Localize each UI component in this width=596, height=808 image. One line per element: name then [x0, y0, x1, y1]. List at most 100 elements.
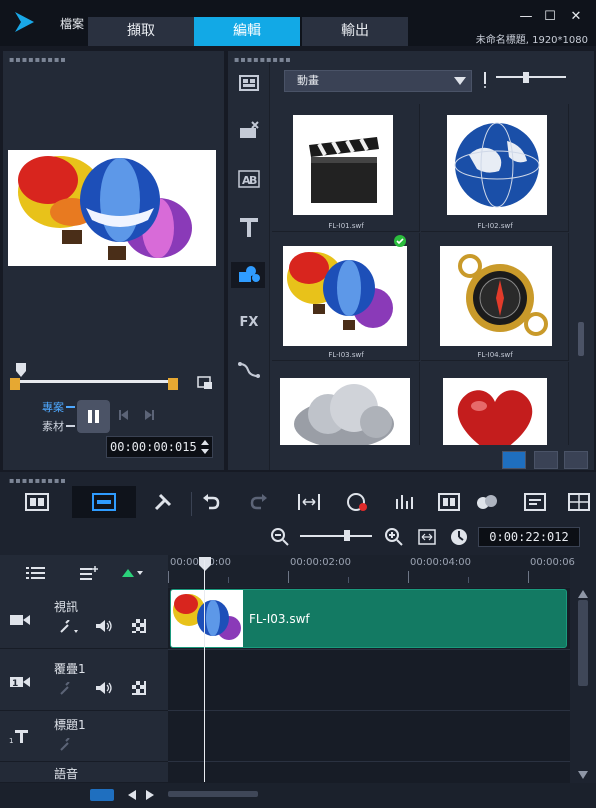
multi-camera-icon[interactable] — [564, 486, 594, 518]
ruler-tick-label: 00:00:02:00 — [290, 557, 352, 568]
ruler-tick-label: 00:00:06 — [530, 557, 575, 568]
pause-button[interactable] — [77, 400, 110, 433]
minimize-button[interactable]: — — [516, 8, 536, 26]
fit-to-window-icon[interactable] — [90, 789, 114, 801]
library-panel-icon[interactable] — [534, 451, 558, 469]
audio-mixer-icon[interactable] — [388, 486, 422, 518]
graphics-icon[interactable] — [231, 262, 265, 288]
zoom-out-icon[interactable] — [270, 527, 290, 547]
timeline-duration[interactable]: 0:00:22:012 — [478, 527, 580, 547]
trim-end-marker[interactable] — [168, 378, 178, 390]
timeline-ruler[interactable]: 00:00:00:00 00:00:02:00 00:00:04:00 00:0… — [168, 555, 575, 587]
track-header-overlay[interactable]: 1 覆疊1 — [0, 650, 168, 711]
ripple-editing-icon[interactable] — [122, 567, 144, 579]
instant-project-icon[interactable] — [234, 118, 264, 144]
close-button[interactable]: ✕ — [566, 8, 586, 26]
chevron-down-icon[interactable] — [454, 77, 466, 85]
tools-icon[interactable] — [146, 486, 180, 518]
blend-icon[interactable] — [470, 486, 504, 518]
library-item[interactable]: FL-I02.swf — [421, 104, 569, 232]
scroll-thumb[interactable] — [578, 600, 588, 686]
scrubber-handle[interactable] — [16, 363, 26, 377]
library-item[interactable]: FL-I01.swf — [272, 104, 420, 232]
scroll-right-icon[interactable] — [146, 790, 154, 800]
svg-text:1: 1 — [9, 737, 13, 744]
track-transparency-icon[interactable] — [132, 681, 146, 695]
timeline-zoom-knob[interactable] — [344, 530, 350, 541]
clip-mode-label[interactable]: 素材 — [42, 418, 64, 434]
next-frame-icon[interactable] — [142, 408, 156, 422]
track-name: 覆疊1 — [54, 662, 86, 676]
smart-proxy-icon[interactable] — [292, 486, 326, 518]
media-icon[interactable] — [234, 70, 264, 96]
player-timecode[interactable]: 00:00:00:015 — [106, 436, 213, 458]
edit-icon[interactable] — [564, 451, 588, 469]
horizontal-scroll-thumb[interactable] — [168, 791, 258, 797]
timeline-footer — [0, 783, 596, 808]
tab-share[interactable]: 輸出 — [302, 17, 408, 46]
video-clip[interactable]: FL-I03.swf — [170, 589, 567, 648]
library-item[interactable]: FL-I04.swf — [421, 233, 569, 361]
storyboard-view-icon[interactable] — [20, 486, 54, 518]
track-header-voice[interactable]: 語音 — [0, 763, 168, 783]
thumbnail-size-slider[interactable] — [496, 76, 566, 78]
playhead-marker[interactable] — [199, 557, 211, 571]
timecode-stepper-icon[interactable] — [200, 438, 210, 456]
project-mode-label[interactable]: 專案 — [42, 399, 64, 415]
heart-thumbnail — [443, 378, 547, 445]
track-transparency-icon[interactable] — [132, 619, 146, 633]
tab-capture[interactable]: 擷取 — [88, 17, 194, 46]
enlarge-preview-icon[interactable] — [197, 376, 213, 390]
timeline-zoom-controls — [270, 527, 480, 547]
category-dropdown[interactable]: 動畫 — [284, 70, 472, 92]
library-item-caption: FL-I02.swf — [477, 222, 513, 230]
svg-text:B: B — [249, 174, 257, 187]
track-header-title[interactable]: 1 標題1 — [0, 712, 168, 762]
transition-icon[interactable]: AB — [234, 166, 264, 192]
view-mode-icon[interactable] — [502, 451, 526, 469]
file-menu[interactable]: 檔案 — [60, 15, 84, 32]
panel-grip-icon: ▪▪▪▪▪▪▪▪▪ — [9, 476, 67, 485]
subtitle-editor-icon[interactable] — [518, 486, 552, 518]
speaker-icon[interactable] — [95, 619, 113, 633]
track-separator — [168, 710, 570, 711]
library-item-selected[interactable]: FL-I03.swf — [272, 233, 420, 361]
redo-icon[interactable] — [242, 486, 276, 518]
timeline-zoom-slider[interactable] — [300, 535, 372, 537]
library-scrollbar[interactable] — [578, 322, 584, 356]
trim-start-marker[interactable] — [10, 378, 20, 390]
track-header-video[interactable]: 視訊 — [0, 588, 168, 649]
track-manager-icon[interactable] — [26, 566, 46, 580]
link-icon[interactable] — [60, 682, 74, 696]
speaker-icon[interactable] — [95, 681, 113, 695]
scroll-left-icon[interactable] — [128, 790, 136, 800]
timeline-vertical-scrollbar[interactable] — [572, 588, 594, 783]
library-item[interactable] — [272, 362, 420, 445]
scrub-bar[interactable] — [20, 380, 168, 383]
undo-icon[interactable] — [194, 486, 228, 518]
fit-project-icon[interactable] — [418, 529, 436, 545]
track-name: 視訊 — [54, 600, 79, 614]
link-icon[interactable] — [60, 620, 80, 634]
auto-music-icon[interactable] — [432, 486, 466, 518]
title-track-icon: 1 — [9, 728, 31, 744]
project-mode-dash — [66, 406, 75, 408]
zoom-in-icon[interactable] — [384, 527, 404, 547]
maximize-button[interactable]: ☐ — [540, 8, 560, 26]
library-item[interactable] — [421, 362, 569, 445]
scroll-down-icon[interactable] — [578, 771, 588, 779]
record-capture-icon[interactable] — [340, 486, 374, 518]
title-icon[interactable] — [234, 214, 264, 240]
library-grid: FL-I01.swf FL-I02.swf FL-I03.swf FL-I04.… — [272, 104, 572, 445]
link-icon[interactable] — [60, 738, 74, 752]
path-icon[interactable] — [234, 358, 264, 384]
previous-frame-icon[interactable] — [117, 408, 131, 422]
tab-edit[interactable]: 編輯 — [194, 17, 300, 46]
scroll-up-icon[interactable] — [578, 590, 588, 598]
timeline-view-icon[interactable] — [72, 486, 136, 518]
thumbnail-size-knob[interactable] — [523, 72, 529, 83]
fx-icon[interactable]: FX — [234, 310, 264, 336]
clip-thumbnail — [171, 590, 243, 647]
overlay-track-icon: 1 — [9, 674, 31, 690]
add-chapter-icon[interactable] — [80, 566, 98, 580]
